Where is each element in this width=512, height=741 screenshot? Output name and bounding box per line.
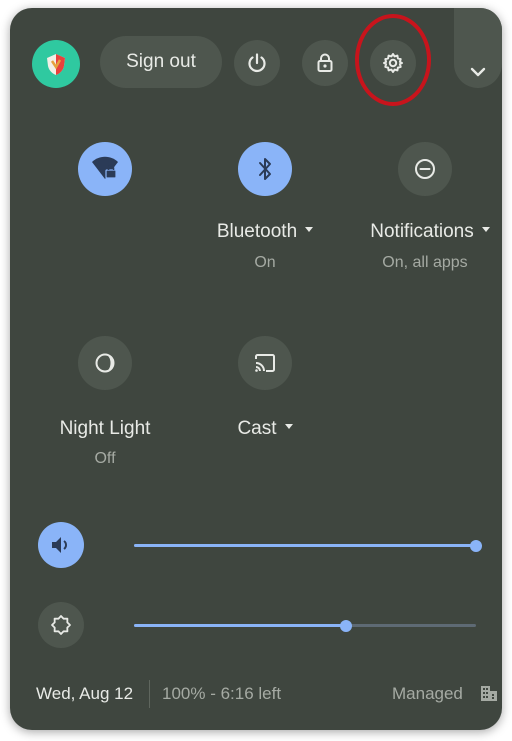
notifications-label-text: Notifications xyxy=(370,221,474,242)
brightness-slider-thumb[interactable] xyxy=(340,620,352,632)
caret-down-icon xyxy=(481,227,490,233)
gear-icon xyxy=(383,53,403,73)
bluetooth-icon xyxy=(259,158,271,180)
settings-button[interactable] xyxy=(370,40,416,86)
brightness-icon xyxy=(51,615,71,635)
lock-icon xyxy=(317,53,333,72)
volume-slider-fill xyxy=(134,544,476,547)
wifi-toggle[interactable] xyxy=(78,142,132,196)
collapse-button[interactable] xyxy=(454,8,502,88)
shield-logo-icon xyxy=(47,54,65,75)
building-icon[interactable] xyxy=(480,684,498,702)
notifications-toggle[interactable] xyxy=(398,142,452,196)
lock-button[interactable] xyxy=(302,40,348,86)
cast-label-text: Cast xyxy=(237,418,277,439)
bluetooth-label-text: Bluetooth xyxy=(216,221,298,242)
cast-icon xyxy=(255,354,275,372)
bluetooth-status: On xyxy=(254,254,276,271)
date-label[interactable]: Wed, Aug 12 xyxy=(36,684,133,704)
quick-settings-panel: Sign out Bluetooth On Notifications On, … xyxy=(10,8,502,730)
wifi-lock-icon xyxy=(92,156,118,179)
power-icon xyxy=(248,53,266,73)
volume-icon xyxy=(52,537,67,553)
notifications-label[interactable]: Notifications xyxy=(360,221,500,243)
bluetooth-toggle[interactable] xyxy=(238,142,292,196)
bluetooth-label[interactable]: Bluetooth xyxy=(215,221,315,243)
volume-slider-thumb[interactable] xyxy=(470,540,482,552)
caret-down-icon xyxy=(305,227,314,233)
do-not-disturb-icon xyxy=(415,159,435,179)
footer-divider xyxy=(149,680,150,708)
caret-down-icon xyxy=(284,424,293,430)
cast-toggle[interactable] xyxy=(238,336,292,390)
chevron-down-icon xyxy=(470,67,486,77)
night-light-status: Off xyxy=(94,450,116,467)
cast-label[interactable]: Cast xyxy=(225,418,305,440)
battery-status[interactable]: 100% - 6:16 left xyxy=(162,684,281,704)
night-light-toggle[interactable] xyxy=(78,336,132,390)
sign-out-button[interactable]: Sign out xyxy=(100,36,222,88)
notifications-status: On, all apps xyxy=(382,254,468,271)
brightness-button[interactable] xyxy=(38,602,84,648)
managed-label[interactable]: Managed xyxy=(392,684,463,704)
night-light-icon xyxy=(95,353,115,373)
power-button[interactable] xyxy=(234,40,280,86)
sign-out-label: Sign out xyxy=(126,51,196,72)
volume-mute-button[interactable] xyxy=(38,522,84,568)
brightness-slider-fill xyxy=(134,624,346,627)
user-avatar[interactable] xyxy=(32,40,80,88)
night-light-label[interactable]: Night Light xyxy=(50,418,160,440)
